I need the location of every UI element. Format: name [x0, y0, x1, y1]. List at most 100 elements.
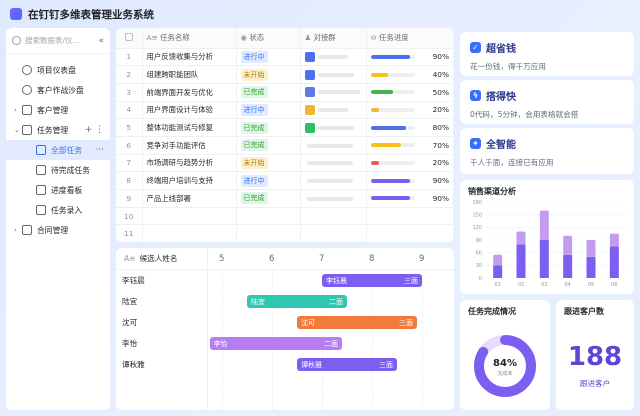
sidebar-item-task-management[interactable]: ⌄ 任务管理 + ⋮ [6, 120, 110, 140]
table-row[interactable]: 10 [116, 207, 454, 226]
progress-cell[interactable] [366, 207, 454, 226]
progress-cell[interactable]: 20% [366, 154, 454, 173]
group-cell[interactable] [300, 48, 367, 67]
select-all-checkbox[interactable] [116, 28, 143, 49]
table-row[interactable]: 6 竞争对手功能评估 已完成 70% [116, 136, 454, 155]
sidebar-item-customer-management[interactable]: › 客户管理 [6, 100, 110, 120]
row-number: 2 [116, 65, 143, 84]
progress-cell[interactable]: 40% [366, 65, 454, 84]
progress-value: 90% [432, 193, 449, 203]
group-cell[interactable] [300, 65, 367, 84]
progress-cell[interactable]: 80% [366, 118, 454, 137]
gantt-bar[interactable]: 李钰晨 三面 [322, 274, 422, 287]
y-tick-label: 90 [476, 238, 482, 244]
gantt-bar[interactable]: 谭秋雅 三面 [297, 358, 397, 371]
task-name-cell[interactable]: 市场调研与趋势分析 [142, 154, 237, 173]
top-bar: 在钉钉多维表管理业务系统 [0, 0, 640, 28]
gantt-bar-tag: 三面 [379, 360, 393, 369]
group-cell[interactable] [300, 136, 367, 155]
column-header-group[interactable]: ♟ 对接群 [300, 28, 367, 49]
table-row[interactable]: 9 产品上线部署 已完成 90% [116, 189, 454, 208]
sidebar-item-label: 任务录入 [51, 205, 83, 215]
collapse-sidebar-icon[interactable]: « [98, 36, 104, 46]
sidebar-item-contract-management[interactable]: › 合同管理 [6, 220, 110, 240]
status-cell[interactable]: 未开始 [236, 65, 301, 84]
group-cell[interactable] [300, 224, 367, 242]
feature-card-title: 全智能 [486, 140, 516, 151]
status-cell[interactable] [236, 224, 301, 242]
add-icon[interactable]: + ⋮ [85, 125, 104, 135]
progress-cell[interactable] [366, 224, 454, 242]
column-header-progress[interactable]: ⊖ 任务进度 [366, 28, 454, 49]
y-tick-label: 150 [472, 212, 482, 218]
row-number: 6 [116, 136, 143, 155]
gantt-bar[interactable]: 沈可 三面 [297, 316, 417, 329]
progress-cell[interactable]: 90% [366, 171, 454, 190]
group-cell[interactable] [300, 83, 367, 102]
progress-bar [370, 143, 415, 148]
table-row[interactable]: 8 终端用户培训与支持 进行中 90% [116, 171, 454, 190]
task-name-cell[interactable]: 整体功能测试与修复 [142, 118, 237, 137]
column-header-name[interactable]: A≡ 任务名称 [142, 28, 237, 49]
group-cell[interactable] [300, 101, 367, 120]
table-row[interactable]: 5 整体功能测试与修复 已完成 80% [116, 118, 454, 137]
group-cell[interactable] [300, 207, 367, 226]
progress-cell[interactable]: 90% [366, 48, 454, 67]
column-header-status[interactable]: ◉ 状态 [236, 28, 301, 49]
y-tick-label: 30 [476, 263, 482, 269]
status-cell[interactable]: 进行中 [236, 48, 301, 67]
sidebar-item-progress-board[interactable]: 进度看板 [6, 180, 110, 200]
status-cell[interactable]: 进行中 [236, 171, 301, 190]
sidebar-item-pending-tasks[interactable]: 待完成任务 [6, 160, 110, 180]
task-name-cell[interactable] [142, 224, 237, 242]
status-cell[interactable]: 已完成 [236, 83, 301, 102]
search-input[interactable]: 搜索数据表/仪... [25, 35, 98, 46]
sidebar-item-task-entry[interactable]: 任务录入 [6, 200, 110, 220]
task-name-cell[interactable]: 前端界面开发与优化 [142, 83, 237, 102]
task-name-cell[interactable]: 用户反馈收集与分析 [142, 48, 237, 67]
group-cell[interactable] [300, 189, 367, 208]
group-cell[interactable] [300, 171, 367, 190]
row-number: 3 [116, 83, 143, 102]
status-cell[interactable]: 已完成 [236, 136, 301, 155]
status-cell[interactable] [236, 207, 301, 226]
more-icon[interactable]: ··· [95, 145, 104, 155]
table-row[interactable]: 7 市场调研与趋势分析 未开始 20% [116, 154, 454, 173]
dashboard-icon [22, 65, 32, 75]
task-name-cell[interactable]: 终端用户培训与支持 [142, 171, 237, 190]
progress-cell[interactable]: 90% [366, 189, 454, 208]
table-row[interactable]: 11 [116, 224, 454, 242]
task-name-cell[interactable]: 竞争对手功能评估 [142, 136, 237, 155]
task-name-cell[interactable] [142, 207, 237, 226]
sidebar-item-label: 合同管理 [37, 225, 69, 235]
y-tick-label: 120 [472, 225, 482, 231]
x-tick-label: 06 [611, 282, 617, 288]
status-cell[interactable]: 未开始 [236, 154, 301, 173]
sidebar-item-customer-sandbox[interactable]: 客户作战沙盘 [6, 80, 110, 100]
status-cell[interactable]: 已完成 [236, 118, 301, 137]
table-row[interactable]: 2 组建跨职能团队 未开始 40% [116, 65, 454, 84]
task-name-cell[interactable]: 组建跨职能团队 [142, 65, 237, 84]
sidebar-search[interactable]: 搜索数据表/仪... « [6, 28, 110, 54]
gantt-bar[interactable]: 陆宜 二面 [247, 295, 347, 308]
sidebar-item-all-tasks[interactable]: 全部任务 ··· [6, 140, 110, 160]
table-row[interactable]: 4 用户界面设计与体验 进行中 20% [116, 101, 454, 120]
progress-cell[interactable]: 70% [366, 136, 454, 155]
progress-cell[interactable]: 20% [366, 101, 454, 120]
table-row[interactable]: 3 前端界面开发与优化 已完成 50% [116, 83, 454, 102]
progress-cell[interactable]: 50% [366, 83, 454, 102]
table-row[interactable]: 1 用户反馈收集与分析 进行中 90% [116, 48, 454, 67]
status-cell[interactable]: 进行中 [236, 101, 301, 120]
gantt-bar[interactable]: 李怡 二面 [209, 337, 342, 350]
task-name-cell[interactable]: 用户界面设计与体验 [142, 101, 237, 120]
sidebar-item-project-dashboard[interactable]: 项目仪表盘 [6, 60, 110, 80]
status-badge: 未开始 [240, 156, 268, 169]
task-name-cell[interactable]: 产品上线部署 [142, 189, 237, 208]
x-tick-label: 04 [564, 282, 570, 288]
group-cell[interactable] [300, 154, 367, 173]
chart-bar-segment [516, 231, 526, 245]
status-cell[interactable]: 已完成 [236, 189, 301, 208]
group-cell[interactable] [300, 118, 367, 137]
task-completion-card: 任务完成情况 84% 完成率 [460, 300, 550, 410]
kanban-icon [36, 185, 46, 195]
